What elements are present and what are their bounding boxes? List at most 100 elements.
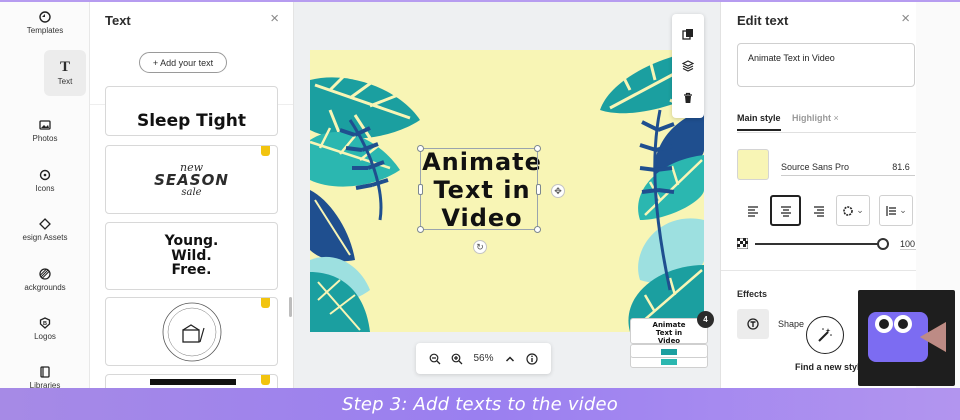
zoom-in-icon[interactable] — [451, 353, 463, 365]
font-family-select[interactable]: Source Sans Pro — [781, 162, 891, 176]
align-left-button[interactable] — [737, 195, 768, 226]
resize-handle[interactable] — [417, 226, 424, 233]
zoom-out-icon[interactable] — [429, 353, 441, 365]
shape-effect-button[interactable] — [737, 309, 769, 339]
rotate-icon[interactable]: ↻ — [473, 240, 487, 254]
chevron-up-icon[interactable] — [504, 353, 516, 365]
style-tabs: Main style Highlight × — [737, 113, 917, 133]
design-assets-icon — [39, 218, 51, 230]
text-style-card[interactable] — [105, 374, 278, 388]
cleaning-service-logo-preview — [162, 302, 221, 361]
video-app-logo — [858, 290, 955, 386]
tab-highlight[interactable]: Highlight × — [792, 113, 839, 123]
rail-item-photos[interactable]: Photos — [0, 108, 90, 154]
line-spacing-dropdown[interactable]: ⌄ — [879, 195, 913, 226]
text-style-card[interactable] — [105, 297, 278, 366]
dark-banner-preview — [150, 379, 236, 385]
text-color-swatch[interactable] — [737, 149, 769, 180]
close-icon[interactable]: × — [270, 10, 279, 27]
align-center-icon — [780, 205, 791, 217]
pages-stack[interactable]: Animate Text in Video 4 — [630, 311, 714, 368]
text-style-card[interactable]: Sleep Tight — [105, 86, 278, 136]
resize-handle[interactable] — [534, 145, 541, 152]
zoom-controls: 56% — [416, 343, 551, 374]
card-line: Free. — [171, 262, 212, 279]
text-panel-scrollbar[interactable] — [289, 297, 292, 317]
caption-text: Step 3: Add texts to the video — [342, 393, 618, 415]
text-content-field[interactable]: Animate Text in Video — [737, 43, 915, 87]
text-style-dropdown[interactable]: ⌄ — [836, 195, 870, 226]
page-thumbnail-current[interactable]: Animate Text in Video — [630, 318, 708, 345]
close-icon[interactable]: × — [901, 10, 910, 27]
opacity-slider-thumb[interactable] — [877, 238, 889, 250]
icons-icon — [39, 169, 51, 181]
rail-label: esign Assets — [22, 233, 68, 242]
trash-icon[interactable] — [682, 92, 694, 104]
chevron-down-icon: ⌄ — [899, 205, 907, 215]
left-nav-rail: Templates T Text Photos Icons esign Asse… — [0, 0, 90, 390]
premium-badge-icon — [261, 298, 270, 308]
rail-item-logos[interactable]: B Logos — [0, 306, 90, 352]
svg-text:B: B — [43, 321, 47, 327]
text-icon: T — [59, 59, 70, 75]
video-camera-logo-icon — [868, 312, 946, 362]
duplicate-icon[interactable] — [682, 28, 694, 40]
magic-wand-icon — [818, 328, 832, 342]
rail-item-templates[interactable]: Templates — [0, 0, 90, 46]
rail-label: Templates — [26, 26, 64, 35]
rail-item-text[interactable]: T Text — [44, 50, 86, 96]
move-icon[interactable]: ✥ — [551, 184, 565, 198]
thumb-line: Text in — [655, 329, 683, 337]
card-line: Wild. — [171, 247, 212, 264]
tab-main-style[interactable]: Main style — [737, 113, 781, 131]
font-size-field[interactable]: 81.6 — [887, 162, 915, 176]
opacity-value[interactable]: 100 — [900, 239, 916, 250]
text-panel: Text × + Add your text Sleep Tight new S… — [90, 0, 294, 388]
text-style-card[interactable]: Young. Wild. Free. — [105, 222, 278, 290]
logos-icon: B — [39, 317, 51, 329]
zoom-level[interactable]: 56% — [473, 353, 493, 364]
edit-panel-title: Edit text — [737, 13, 789, 28]
shape-icon — [747, 318, 759, 330]
premium-badge-icon — [261, 146, 270, 156]
line-spacing-icon — [886, 205, 897, 216]
text-style-card[interactable]: new SEASON sale — [105, 145, 278, 214]
rail-label: ackgrounds — [24, 283, 66, 292]
find-new-style-button[interactable] — [806, 316, 844, 354]
resize-handle[interactable] — [417, 145, 424, 152]
young-wild-free-preview: Young. Wild. Free. — [165, 234, 219, 278]
opacity-slider-track[interactable] — [755, 243, 883, 245]
page-thumbnail[interactable] — [630, 344, 708, 358]
find-new-style-label: Find a new style — [795, 362, 865, 372]
rail-item-backgrounds[interactable]: ackgrounds — [0, 257, 90, 303]
close-icon[interactable]: × — [834, 113, 839, 123]
text-selection-box[interactable] — [420, 148, 538, 230]
opacity-control: 100 — [737, 238, 916, 250]
new-season-sale-preview: new SEASON sale — [154, 162, 229, 198]
templates-icon — [39, 11, 51, 23]
resize-handle[interactable] — [534, 226, 541, 233]
opacity-icon — [737, 238, 748, 249]
shape-label: Shape — [778, 319, 805, 329]
rail-label: Text — [57, 77, 73, 86]
align-right-button[interactable] — [803, 195, 834, 226]
align-right-icon — [813, 205, 824, 217]
align-center-button[interactable] — [770, 195, 801, 226]
add-your-text-button[interactable]: + Add your text — [139, 52, 227, 73]
effects-heading: Effects — [737, 289, 768, 299]
info-icon[interactable] — [526, 352, 538, 365]
layers-icon[interactable] — [682, 60, 694, 72]
card-line: SEASON — [154, 170, 229, 189]
rail-item-design-assets[interactable]: esign Assets — [0, 207, 90, 253]
rail-item-icons[interactable]: Icons — [0, 158, 90, 204]
element-tools-toolbar — [672, 14, 704, 118]
frame-border — [0, 0, 960, 2]
align-left-icon — [747, 205, 758, 217]
resize-handle[interactable] — [536, 184, 541, 195]
resize-handle[interactable] — [418, 184, 423, 195]
thumb-line: Video — [657, 337, 681, 345]
backgrounds-icon — [39, 268, 51, 280]
card-line: Young. — [164, 232, 219, 249]
sleep-tight-preview: Sleep Tight — [136, 111, 247, 131]
page-count-badge: 4 — [697, 311, 714, 328]
